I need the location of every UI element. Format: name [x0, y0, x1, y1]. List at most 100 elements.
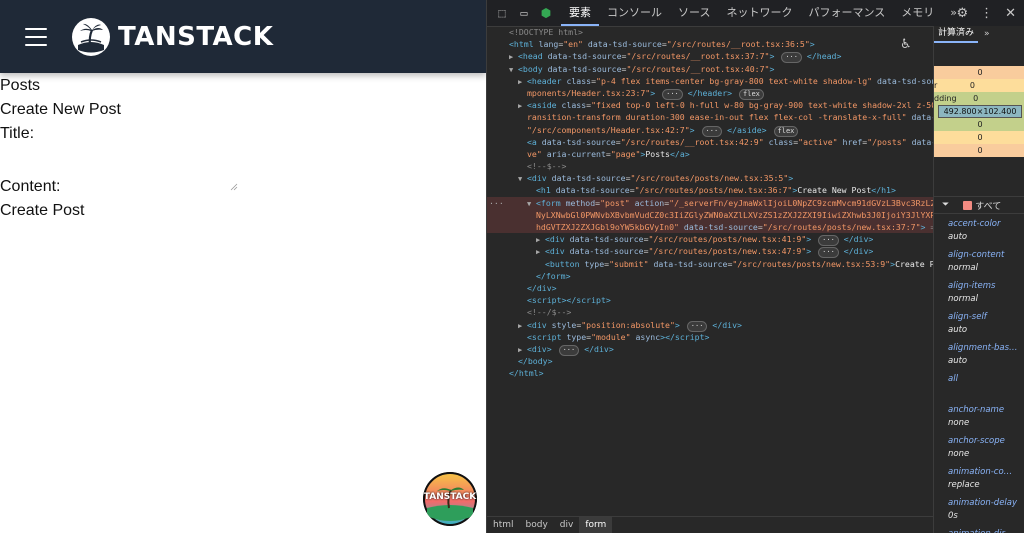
devtools-toolbar: ⬚ ▭ ⬢ 要素 コンソール ソース ネットワーク パフォーマンス メモリ» ⚙ ⋮ ✕	[487, 0, 1024, 27]
dom-node-line[interactable]: </form>	[487, 270, 933, 282]
computed-property[interactable]: anchor-name none	[934, 404, 1024, 435]
app-header: TANSTACK	[0, 0, 486, 73]
property-name: animation-dir…	[948, 528, 1024, 533]
devtools-tab[interactable]: パフォーマンス	[800, 0, 893, 26]
breadcrumb-html[interactable]: html	[487, 517, 520, 533]
dom-node-line[interactable]: </div>	[487, 282, 933, 294]
property-value: auto	[948, 232, 968, 242]
dom-node-line[interactable]: mponents/Header.tsx:23:7"> ··· </header>…	[487, 87, 933, 100]
padding-bottom-value: 0	[934, 118, 1024, 131]
breadcrumb-form[interactable]: form	[579, 517, 613, 533]
breadcrumb-div[interactable]: div	[554, 517, 580, 533]
computed-property[interactable]: animation-delay 0s	[934, 497, 1024, 528]
extension-icon[interactable]: ⬢	[539, 6, 553, 20]
dom-node-line[interactable]: NyLXNwbGl0PWNvbXBvbmVudCZ0c3IiZGlyZWN0aX…	[487, 208, 933, 221]
dom-node-line[interactable]: ▶ <div data-tsd-source="/src/routes/posts…	[487, 233, 933, 247]
dom-node-line[interactable]: <a data-tsd-source="/src/routes/__root.t…	[487, 136, 933, 148]
posts-nav-link[interactable]: Posts	[0, 74, 486, 98]
computed-property[interactable]: animation-dir…	[934, 528, 1024, 533]
dom-node-line[interactable]: ▶ <div> ··· </div>	[487, 343, 933, 356]
dom-node-line[interactable]: ▶ <head data-tsd-source="/src/routes/__ro…	[487, 50, 933, 64]
computed-property[interactable]: align-self auto	[934, 311, 1024, 342]
tanstack-logo-icon[interactable]	[72, 17, 110, 56]
dom-node-line[interactable]: <button type="submit" data-tsd-source="/…	[487, 258, 933, 270]
textarea-resize-handle-icon[interactable]	[230, 183, 238, 191]
border-top-value: 0	[969, 81, 975, 90]
close-icon[interactable]: ✕	[1005, 6, 1016, 21]
dom-node-code: <!--$-->	[527, 161, 567, 172]
dom-node-code: <form method="post" action="/_serverFn/e…	[536, 197, 933, 208]
content-size[interactable]: 492.800×102.400	[938, 105, 1022, 118]
dom-node-line[interactable]: <script></script>	[487, 294, 933, 306]
computed-property[interactable]: align-items normal	[934, 280, 1024, 311]
dom-node-line[interactable]: <script type="module" async></script>	[487, 331, 933, 343]
computed-property[interactable]: align-content normal	[934, 249, 1024, 280]
dom-node-line[interactable]: <!--/$-->	[487, 306, 933, 318]
dom-node-line[interactable]: </body>	[487, 355, 933, 367]
computed-styles-panel: 計算済み » 0 r 0 dding 0 492.800×102.400 0 0…	[933, 26, 1024, 533]
tanstack-devtools-badge[interactable]: TANSTACK	[423, 472, 477, 526]
dom-node-line[interactable]: ransition-transform duration-300 ease-in…	[487, 111, 933, 123]
dom-node-line[interactable]: ▼ <body data-tsd-source="/src/routes/__ro…	[487, 63, 933, 75]
dom-node-line[interactable]: ▶ <header class="p-4 flex items-center bg…	[487, 75, 933, 87]
dom-node-line[interactable]: ve" aria-current="page">Posts</a>	[487, 148, 933, 160]
brand-name: TANSTACK	[118, 21, 274, 52]
property-name: align-self	[948, 312, 987, 322]
accessibility-icon[interactable]: ♿	[900, 38, 912, 51]
elements-dom-tree[interactable]: <!DOCTYPE html> <html lang="en" data-tsd-…	[487, 26, 933, 517]
property-name: align-items	[948, 281, 996, 291]
computed-property[interactable]: animation-co… replace	[934, 466, 1024, 497]
border-row: r 0	[934, 79, 1024, 92]
devtools-tab[interactable]: ソース	[670, 0, 718, 26]
computed-property[interactable]: accent-color auto	[934, 218, 1024, 249]
filter-icon[interactable]: ⏷	[942, 200, 949, 210]
more-side-tabs-icon[interactable]: »	[984, 29, 990, 39]
inspect-element-icon[interactable]: ⬚	[495, 6, 509, 20]
dom-node-line[interactable]: ▶ <aside class="fixed top-0 left-0 h-full…	[487, 99, 933, 111]
show-all-checkbox[interactable]	[963, 200, 973, 210]
dom-node-line[interactable]: "/src/components/Header.tsx:42:7"> ··· <…	[487, 124, 933, 137]
page-title: Create New Post	[0, 101, 121, 118]
more-options-icon[interactable]: ⋮	[980, 6, 993, 21]
dom-node-line[interactable]: <!DOCTYPE html>	[487, 26, 933, 38]
computed-property[interactable]: alignment-bas… auto	[934, 342, 1024, 373]
property-value: auto	[948, 356, 968, 366]
settings-gear-icon[interactable]: ⚙	[956, 6, 968, 21]
dom-node-code: <!DOCTYPE html>	[509, 27, 583, 37]
dom-node-line[interactable]: ▶ <div data-tsd-source="/src/routes/posts…	[487, 245, 933, 259]
property-name: align-content	[948, 250, 1005, 260]
dom-node-line[interactable]: hdGVTZXJ2ZXJGbl9oYW5kbGVyIn0" data-tsd-s…	[487, 221, 933, 234]
devtools-tab[interactable]: ネットワーク	[718, 0, 800, 26]
dom-node-code: <script></script>	[527, 295, 611, 306]
margin-top-value: 0	[934, 66, 1024, 79]
devtools-tab[interactable]: 要素	[561, 0, 599, 26]
content-field-row: Content:	[0, 175, 486, 199]
dom-node-line[interactable]: <!--$-->	[487, 160, 933, 172]
devtools-tab[interactable]: メモリ	[893, 0, 942, 26]
create-post-button[interactable]: Create Post	[0, 199, 84, 223]
dom-node-line[interactable]: </html>	[487, 367, 933, 379]
dom-node-line[interactable]: ··· ▼ <form method="post" action="/_server…	[487, 196, 933, 209]
computed-properties-list: accent-color auto align-content normal align…	[934, 218, 1024, 533]
computed-property[interactable]: all	[934, 373, 1024, 404]
devtools-tab[interactable]: コンソール	[599, 0, 670, 26]
dom-node-line[interactable]: <h1 data-tsd-source="/src/routes/posts/n…	[487, 184, 933, 196]
property-value: none	[948, 449, 970, 459]
title-label: Title:	[0, 125, 35, 142]
dom-node-line[interactable]: ▶ <div style="position:absolute"> ··· </d…	[487, 319, 933, 332]
selected-node-menu-icon[interactable]: ···	[489, 197, 504, 209]
dom-node-code: <div style="position:absolute"> ··· </di…	[527, 319, 742, 332]
property-value: none	[948, 418, 970, 428]
dom-node-code: NyLXNwbGl0PWNvbXBvbmVudCZ0c3IiZGlyZWN0aX…	[536, 209, 933, 220]
devtools-toolbar-right: ⚙ ⋮ ✕	[944, 0, 1016, 26]
dom-node-code: <!--/$-->	[527, 307, 572, 318]
tab-computed[interactable]: 計算済み	[934, 26, 979, 43]
device-toolbar-icon[interactable]: ▭	[517, 6, 531, 20]
property-name: animation-delay	[948, 498, 1018, 508]
border-label: r	[934, 81, 938, 90]
computed-property[interactable]: anchor-scope none	[934, 435, 1024, 466]
breadcrumb-body[interactable]: body	[520, 517, 554, 533]
dom-node-line[interactable]: ▼ <div data-tsd-source="/src/routes/posts…	[487, 172, 933, 184]
menu-icon[interactable]	[25, 27, 47, 46]
dom-node-line[interactable]: <html lang="en" data-tsd-source="/src/ro…	[487, 38, 933, 50]
